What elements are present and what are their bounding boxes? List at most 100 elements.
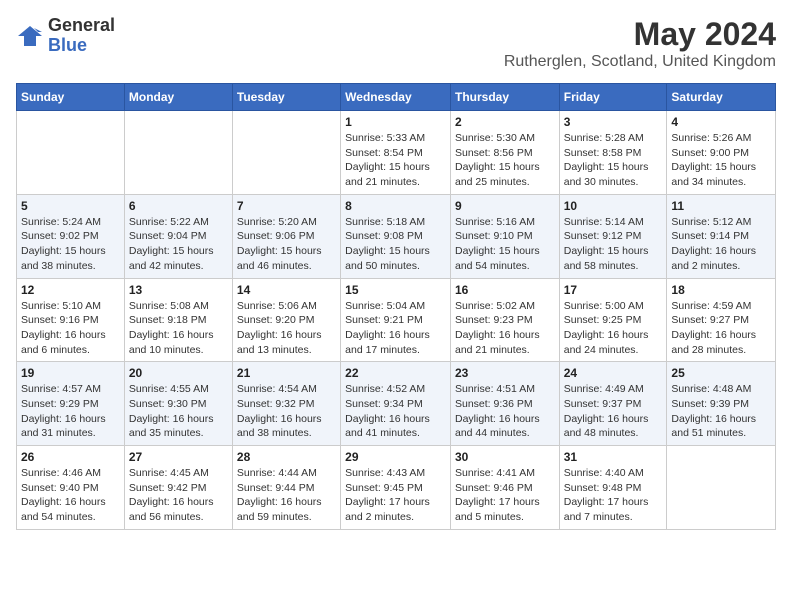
calendar-cell: 20 Sunrise: 4:55 AM Sunset: 9:30 PM Dayli…	[124, 362, 232, 446]
day-number: 1	[345, 115, 446, 129]
column-header-friday: Friday	[559, 84, 667, 111]
day-number: 27	[129, 450, 228, 464]
calendar-cell	[124, 111, 232, 195]
day-number: 17	[564, 283, 663, 297]
title-block: May 2024 Rutherglen, Scotland, United Ki…	[504, 16, 776, 71]
calendar-cell: 27 Sunrise: 4:45 AM Sunset: 9:42 PM Dayli…	[124, 446, 232, 530]
calendar-cell: 28 Sunrise: 4:44 AM Sunset: 9:44 PM Dayli…	[232, 446, 340, 530]
calendar-cell: 19 Sunrise: 4:57 AM Sunset: 9:29 PM Dayli…	[17, 362, 125, 446]
page-header: General Blue May 2024 Rutherglen, Scotla…	[16, 16, 776, 71]
day-number: 25	[671, 366, 771, 380]
day-number: 19	[21, 366, 120, 380]
calendar-header-row: SundayMondayTuesdayWednesdayThursdayFrid…	[17, 84, 776, 111]
calendar-week-row: 19 Sunrise: 4:57 AM Sunset: 9:29 PM Dayli…	[17, 362, 776, 446]
calendar-cell: 11 Sunrise: 5:12 AM Sunset: 9:14 PM Dayli…	[667, 194, 776, 278]
day-info: Sunrise: 4:45 AM Sunset: 9:42 PM Dayligh…	[129, 466, 228, 525]
day-number: 24	[564, 366, 663, 380]
day-info: Sunrise: 4:49 AM Sunset: 9:37 PM Dayligh…	[564, 382, 663, 441]
day-info: Sunrise: 4:51 AM Sunset: 9:36 PM Dayligh…	[455, 382, 555, 441]
calendar-cell: 25 Sunrise: 4:48 AM Sunset: 9:39 PM Dayli…	[667, 362, 776, 446]
column-header-saturday: Saturday	[667, 84, 776, 111]
calendar-cell: 16Sunrise: 5:02 AM Sunset: 9:23 PM Dayli…	[450, 278, 559, 362]
logo-general-text: General	[48, 16, 115, 36]
day-info: Sunrise: 4:40 AM Sunset: 9:48 PM Dayligh…	[564, 466, 663, 525]
day-info: Sunrise: 5:33 AM Sunset: 8:54 PM Dayligh…	[345, 131, 446, 190]
day-number: 9	[455, 199, 555, 213]
day-info: Sunrise: 5:12 AM Sunset: 9:14 PM Dayligh…	[671, 215, 771, 274]
calendar-cell: 14 Sunrise: 5:06 AM Sunset: 9:20 PM Dayli…	[232, 278, 340, 362]
day-number: 11	[671, 199, 771, 213]
day-number: 28	[237, 450, 336, 464]
day-info: Sunrise: 4:59 AM Sunset: 9:27 PM Dayligh…	[671, 299, 771, 358]
day-info: Sunrise: 5:20 AM Sunset: 9:06 PM Dayligh…	[237, 215, 336, 274]
day-number: 13	[129, 283, 228, 297]
day-number: 10	[564, 199, 663, 213]
day-info: Sunrise: 5:14 AM Sunset: 9:12 PM Dayligh…	[564, 215, 663, 274]
day-info: Sunrise: 5:18 AM Sunset: 9:08 PM Dayligh…	[345, 215, 446, 274]
calendar-cell	[17, 111, 125, 195]
calendar-cell: 23 Sunrise: 4:51 AM Sunset: 9:36 PM Dayli…	[450, 362, 559, 446]
day-number: 31	[564, 450, 663, 464]
day-number: 5	[21, 199, 120, 213]
day-number: 20	[129, 366, 228, 380]
day-info: Sunrise: 4:55 AM Sunset: 9:30 PM Dayligh…	[129, 382, 228, 441]
calendar-week-row: 1 Sunrise: 5:33 AM Sunset: 8:54 PM Daylig…	[17, 111, 776, 195]
day-info: Sunrise: 5:10 AM Sunset: 9:16 PM Dayligh…	[21, 299, 120, 358]
calendar-cell: 29Sunrise: 4:43 AM Sunset: 9:45 PM Dayli…	[341, 446, 451, 530]
column-header-sunday: Sunday	[17, 84, 125, 111]
day-info: Sunrise: 5:04 AM Sunset: 9:21 PM Dayligh…	[345, 299, 446, 358]
calendar-cell: 30Sunrise: 4:41 AM Sunset: 9:46 PM Dayli…	[450, 446, 559, 530]
column-header-tuesday: Tuesday	[232, 84, 340, 111]
calendar-cell: 10 Sunrise: 5:14 AM Sunset: 9:12 PM Dayli…	[559, 194, 667, 278]
day-info: Sunrise: 4:54 AM Sunset: 9:32 PM Dayligh…	[237, 382, 336, 441]
day-info: Sunrise: 4:57 AM Sunset: 9:29 PM Dayligh…	[21, 382, 120, 441]
calendar-cell: 5 Sunrise: 5:24 AM Sunset: 9:02 PM Daylig…	[17, 194, 125, 278]
day-number: 29	[345, 450, 446, 464]
calendar-cell: 31 Sunrise: 4:40 AM Sunset: 9:48 PM Dayli…	[559, 446, 667, 530]
day-number: 14	[237, 283, 336, 297]
day-number: 18	[671, 283, 771, 297]
day-number: 30	[455, 450, 555, 464]
calendar-cell	[667, 446, 776, 530]
logo-blue-text: Blue	[48, 36, 115, 56]
column-header-wednesday: Wednesday	[341, 84, 451, 111]
day-info: Sunrise: 4:46 AM Sunset: 9:40 PM Dayligh…	[21, 466, 120, 525]
calendar-cell: 26Sunrise: 4:46 AM Sunset: 9:40 PM Dayli…	[17, 446, 125, 530]
day-info: Sunrise: 5:30 AM Sunset: 8:56 PM Dayligh…	[455, 131, 555, 190]
calendar-cell: 1 Sunrise: 5:33 AM Sunset: 8:54 PM Daylig…	[341, 111, 451, 195]
logo-text: General Blue	[48, 16, 115, 56]
column-header-thursday: Thursday	[450, 84, 559, 111]
calendar-cell	[232, 111, 340, 195]
day-info: Sunrise: 5:06 AM Sunset: 9:20 PM Dayligh…	[237, 299, 336, 358]
day-info: Sunrise: 5:26 AM Sunset: 9:00 PM Dayligh…	[671, 131, 771, 190]
calendar-cell: 8 Sunrise: 5:18 AM Sunset: 9:08 PM Daylig…	[341, 194, 451, 278]
calendar-cell: 18 Sunrise: 4:59 AM Sunset: 9:27 PM Dayli…	[667, 278, 776, 362]
logo-icon	[16, 22, 44, 50]
calendar-cell: 12Sunrise: 5:10 AM Sunset: 9:16 PM Dayli…	[17, 278, 125, 362]
day-info: Sunrise: 5:22 AM Sunset: 9:04 PM Dayligh…	[129, 215, 228, 274]
day-info: Sunrise: 5:24 AM Sunset: 9:02 PM Dayligh…	[21, 215, 120, 274]
calendar-cell: 15Sunrise: 5:04 AM Sunset: 9:21 PM Dayli…	[341, 278, 451, 362]
day-number: 7	[237, 199, 336, 213]
day-number: 8	[345, 199, 446, 213]
calendar-cell: 21 Sunrise: 4:54 AM Sunset: 9:32 PM Dayli…	[232, 362, 340, 446]
day-number: 4	[671, 115, 771, 129]
calendar-week-row: 5 Sunrise: 5:24 AM Sunset: 9:02 PM Daylig…	[17, 194, 776, 278]
day-info: Sunrise: 5:16 AM Sunset: 9:10 PM Dayligh…	[455, 215, 555, 274]
day-info: Sunrise: 4:48 AM Sunset: 9:39 PM Dayligh…	[671, 382, 771, 441]
calendar-cell: 3Sunrise: 5:28 AM Sunset: 8:58 PM Daylig…	[559, 111, 667, 195]
day-number: 21	[237, 366, 336, 380]
day-number: 6	[129, 199, 228, 213]
day-number: 3	[564, 115, 663, 129]
day-info: Sunrise: 5:02 AM Sunset: 9:23 PM Dayligh…	[455, 299, 555, 358]
calendar-cell: 24 Sunrise: 4:49 AM Sunset: 9:37 PM Dayli…	[559, 362, 667, 446]
calendar-cell: 4 Sunrise: 5:26 AM Sunset: 9:00 PM Daylig…	[667, 111, 776, 195]
day-number: 23	[455, 366, 555, 380]
calendar-cell: 6 Sunrise: 5:22 AM Sunset: 9:04 PM Daylig…	[124, 194, 232, 278]
calendar-week-row: 26Sunrise: 4:46 AM Sunset: 9:40 PM Dayli…	[17, 446, 776, 530]
logo: General Blue	[16, 16, 115, 56]
calendar-cell: 22Sunrise: 4:52 AM Sunset: 9:34 PM Dayli…	[341, 362, 451, 446]
day-info: Sunrise: 4:44 AM Sunset: 9:44 PM Dayligh…	[237, 466, 336, 525]
day-info: Sunrise: 4:52 AM Sunset: 9:34 PM Dayligh…	[345, 382, 446, 441]
calendar-week-row: 12Sunrise: 5:10 AM Sunset: 9:16 PM Dayli…	[17, 278, 776, 362]
